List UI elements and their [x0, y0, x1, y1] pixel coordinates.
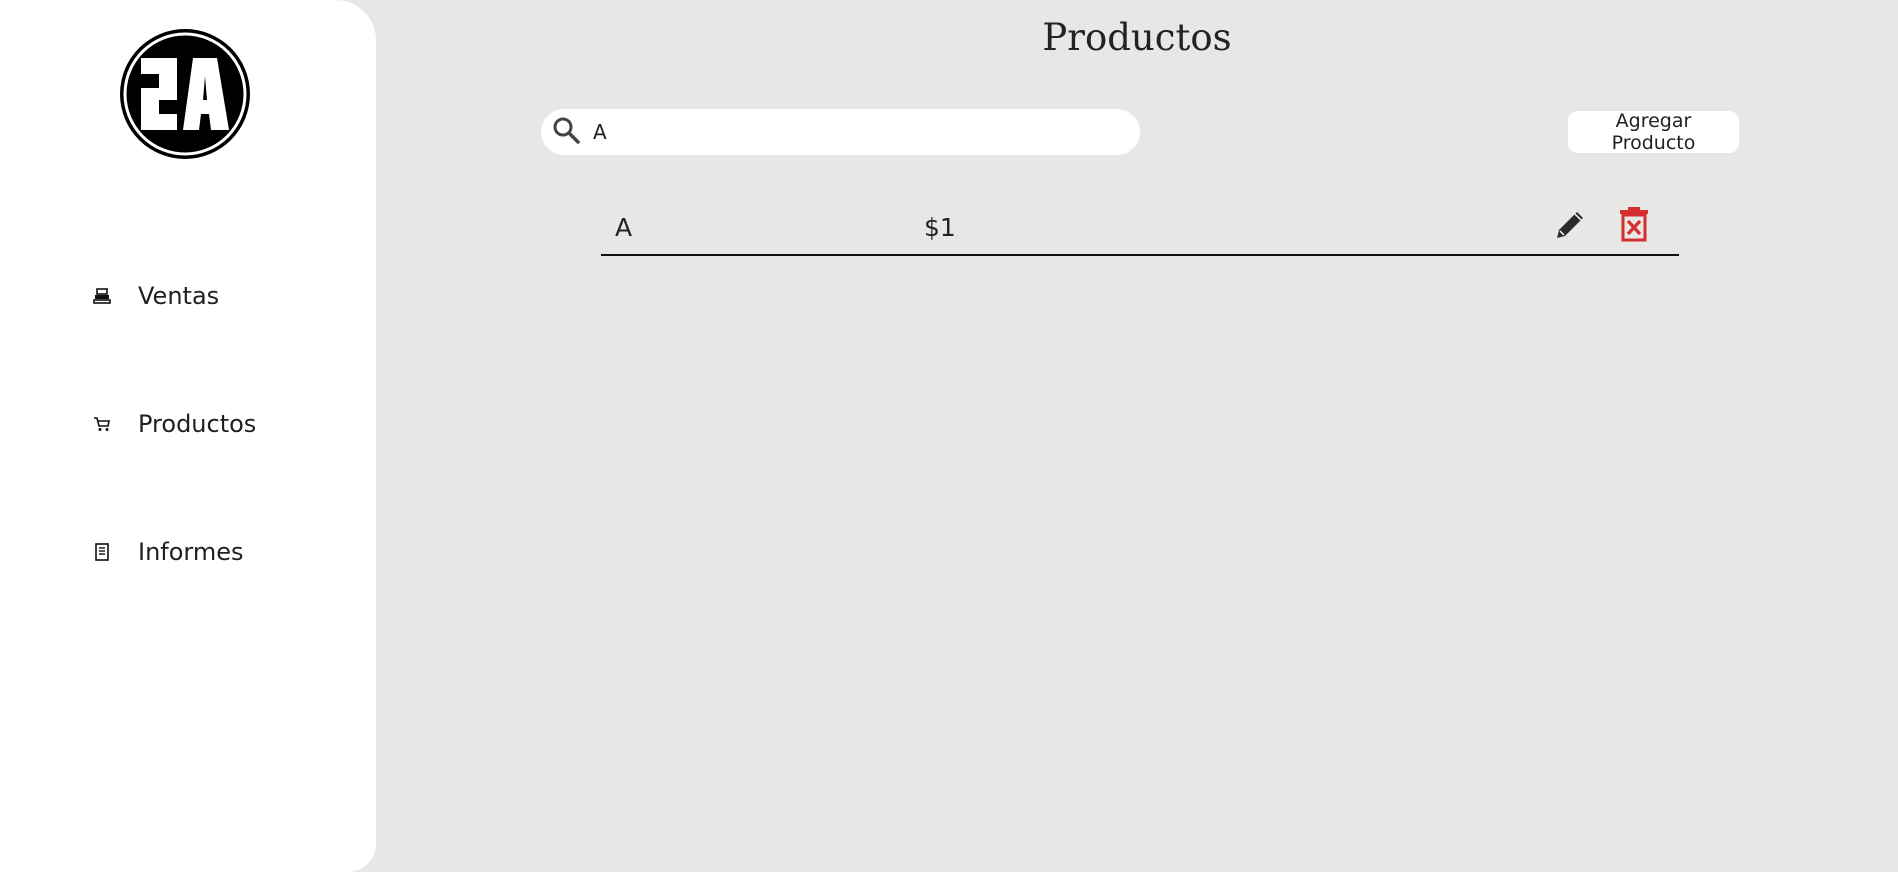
- sidebar: Ventas Productos Informes: [0, 0, 376, 872]
- pencil-icon: [1557, 212, 1583, 238]
- report-icon: [90, 540, 114, 564]
- search-bar[interactable]: [541, 109, 1140, 155]
- sidebar-item-label: Productos: [138, 410, 257, 438]
- page-title: Productos: [1042, 16, 1232, 59]
- table-row: A $1: [601, 200, 1679, 256]
- sidebar-item-productos[interactable]: Productos: [90, 410, 256, 438]
- trash-x-icon: [1620, 207, 1648, 242]
- search-icon[interactable]: [541, 115, 581, 149]
- search-input[interactable]: [591, 119, 1115, 145]
- logo[interactable]: [119, 28, 251, 160]
- add-product-button[interactable]: Agregar Producto: [1568, 110, 1739, 154]
- logo-icon: [120, 29, 250, 159]
- product-price: $1: [924, 213, 956, 242]
- sidebar-item-label: Informes: [138, 538, 244, 566]
- cart-icon: [90, 412, 114, 436]
- sidebar-item-label: Ventas: [138, 282, 220, 310]
- sidebar-item-informes[interactable]: Informes: [90, 538, 244, 566]
- edit-button[interactable]: [1551, 206, 1589, 244]
- delete-button[interactable]: [1617, 206, 1651, 242]
- cash-register-icon: [90, 284, 114, 308]
- product-name: A: [615, 213, 633, 242]
- sidebar-item-ventas[interactable]: Ventas: [90, 282, 219, 310]
